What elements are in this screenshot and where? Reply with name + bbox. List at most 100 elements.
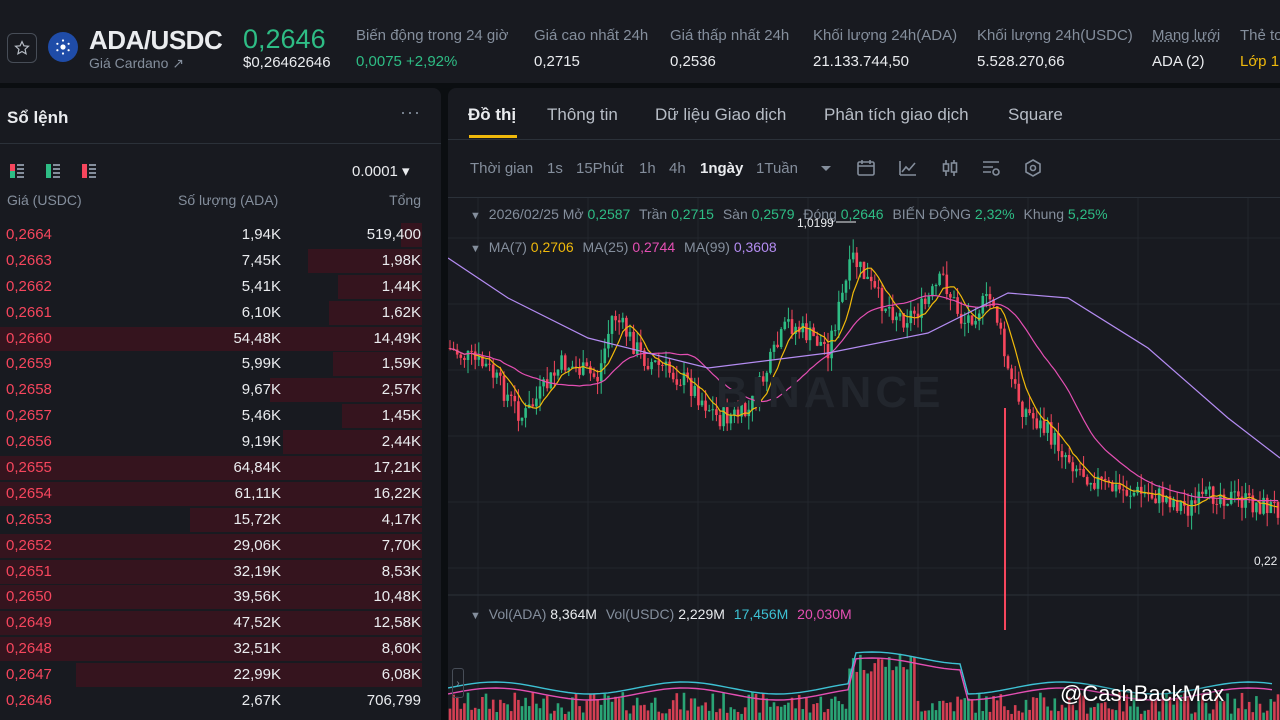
interval-4h[interactable]: 4h (669, 160, 686, 177)
ask-row[interactable]: 0,2659 5,99K 1,59K (0, 351, 441, 377)
volume-bar (1042, 697, 1046, 720)
tab-info[interactable]: Thông tin (547, 105, 618, 125)
candle-body (1114, 484, 1118, 492)
collapse-caret-icon[interactable]: ▼ (470, 210, 481, 222)
ask-row[interactable]: 0,2655 64,84K 17,21K (0, 455, 441, 481)
stat-tag[interactable]: Thẻ to Lớp 1 (1240, 27, 1280, 70)
view-both-icon[interactable] (10, 164, 24, 178)
tab-trade-analysis[interactable]: Phân tích giao dịch (824, 105, 969, 125)
volume-bar (923, 710, 927, 720)
depth-bar (0, 637, 422, 662)
ask-row[interactable]: 0,2654 61,11K 16,22K (0, 481, 441, 507)
ma99-line (448, 257, 1280, 459)
interval-1s[interactable]: 1s (547, 160, 563, 177)
interval-1h[interactable]: 1h (639, 160, 656, 177)
pair-subtitle-link[interactable]: Giá Cardano ↗ (89, 55, 184, 72)
calendar-icon[interactable] (856, 158, 876, 178)
ask-row[interactable]: 0,2664 1,94K 519,400 (0, 222, 441, 248)
volume-bar (740, 713, 743, 720)
ask-row[interactable]: 0,2661 6,10K 1,62K (0, 300, 441, 326)
volume-bar (1240, 692, 1244, 720)
more-options-button[interactable]: ··· (400, 102, 421, 123)
candle-body (1046, 422, 1049, 433)
ask-qty: 47,52K (233, 614, 281, 632)
vol-ma2-value: 20,030M (797, 606, 852, 622)
candle-body (1021, 401, 1024, 417)
ask-row[interactable]: 0,2663 7,45K 1,98K (0, 248, 441, 274)
favorite-star-button[interactable] (7, 33, 37, 63)
interval-1w[interactable]: 1Tuần (756, 160, 798, 177)
volume-bar (488, 708, 491, 720)
volume-bar (700, 705, 704, 720)
stat-network[interactable]: Mạng lưới ADA (2) (1152, 27, 1220, 70)
volume-bar (1060, 704, 1064, 720)
ask-price: 0,2652 (6, 536, 52, 554)
ask-row[interactable]: 0,2657 5,46K 1,45K (0, 403, 441, 429)
volume-bar (1208, 713, 1211, 720)
ask-row[interactable]: 0,2656 9,19K 2,44K (0, 429, 441, 455)
ask-price: 0,2653 (6, 510, 52, 528)
candle-body (938, 273, 941, 285)
candlestick-chart[interactable] (448, 198, 1280, 720)
collapse-caret-icon[interactable]: ▼ (470, 610, 481, 622)
ask-row[interactable]: 0,2651 32,19K 8,53K (0, 559, 441, 585)
ask-row[interactable]: 0,2647 22,99K 6,08K (0, 662, 441, 688)
ask-qty: 32,19K (233, 562, 281, 580)
volume-bar (1143, 710, 1147, 720)
candle-body (545, 379, 549, 389)
volume-bar (1258, 703, 1262, 720)
volume-bar (599, 704, 603, 720)
pair-symbol[interactable]: ADA/USDC (89, 25, 223, 56)
ask-row[interactable]: 0,2660 54,48K 14,49K (0, 326, 441, 352)
ask-row[interactable]: 0,2649 47,52K 12,58K (0, 610, 441, 636)
volume-bar (592, 694, 596, 720)
volume-bar (671, 700, 675, 720)
ask-row[interactable]: 0,2648 32,51K 8,60K (0, 636, 441, 662)
volume-bar (1273, 701, 1276, 720)
interval-1d[interactable]: 1ngày (700, 160, 743, 177)
chevron-down-icon[interactable] (816, 158, 836, 178)
candle-body (679, 384, 682, 386)
ask-row[interactable]: 0,2658 9,67K 2,57K (0, 377, 441, 403)
cardano-logo-icon (48, 32, 78, 62)
interval-15m[interactable]: 15Phút (576, 160, 624, 177)
tab-trading-data[interactable]: Dữ liệu Giao dịch (655, 105, 786, 125)
tab-square[interactable]: Square (1008, 105, 1063, 125)
candle-body (1136, 486, 1139, 493)
volume-bar (1262, 712, 1265, 720)
volume-bar (585, 700, 589, 720)
ask-row[interactable]: 0,2650 39,56K 10,48K (0, 584, 441, 610)
tick-size-select[interactable]: 0.0001 ▾ (352, 162, 410, 180)
stat-label: Thẻ to (1240, 27, 1280, 44)
volume-bar (466, 692, 470, 720)
volume-bar (653, 697, 657, 720)
candle-body (837, 301, 841, 331)
stat-24h-low: Giá thấp nhất 24h 0,2536 (670, 27, 789, 70)
volume-bar (787, 702, 790, 720)
collapse-caret-icon[interactable]: ▼ (470, 243, 481, 255)
tab-chart[interactable]: Đồ thị (468, 105, 516, 125)
hexagon-settings-icon[interactable] (1023, 158, 1043, 178)
ask-row[interactable]: 0,2652 29,06K 7,70K (0, 533, 441, 559)
candlestick-type-icon[interactable] (940, 158, 960, 178)
view-bids-icon[interactable] (46, 164, 60, 178)
candle-body (952, 297, 956, 299)
volume-bar (549, 713, 553, 720)
indicator-icon[interactable] (898, 158, 918, 178)
candle-body (1075, 468, 1078, 472)
chart-scroll-handle[interactable]: › (452, 668, 464, 698)
candle-body (585, 362, 589, 367)
view-asks-icon[interactable] (82, 164, 96, 178)
candle-body (538, 386, 542, 399)
volume-bar (758, 712, 761, 720)
chart-settings-icon[interactable] (981, 158, 1001, 178)
depth-bar (0, 481, 422, 506)
ask-row[interactable]: 0,2653 15,72K 4,17K (0, 507, 441, 533)
ask-row[interactable]: 0,2662 5,41K 1,44K (0, 274, 441, 300)
volume-bar (1237, 708, 1240, 720)
ask-price: 0,2648 (6, 640, 52, 658)
volume-bar (949, 702, 952, 720)
ask-row[interactable]: 0,2646 2,67K 706,799 (0, 688, 441, 714)
candle-body (628, 331, 632, 337)
candle-body (1204, 489, 1208, 494)
